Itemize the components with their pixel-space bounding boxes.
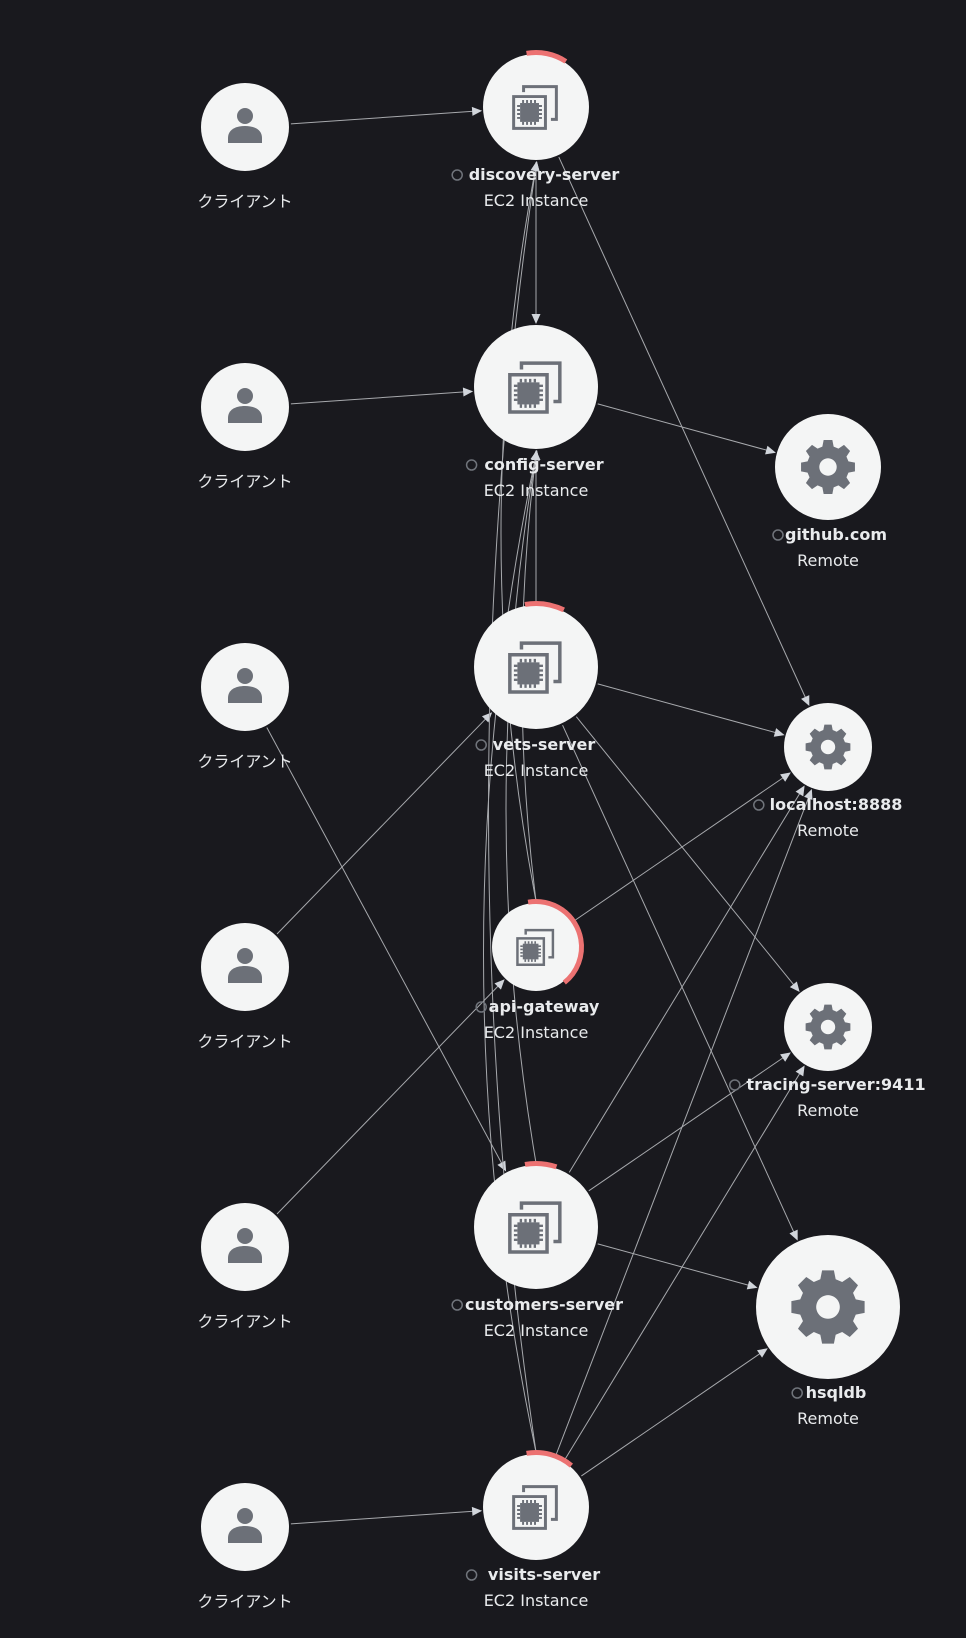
edge-visits-server-to-localhost[interactable] <box>555 789 813 1456</box>
status-indicator-icon <box>451 169 463 181</box>
arrowhead <box>780 1052 791 1062</box>
arrowhead <box>746 1280 758 1290</box>
client-node[interactable]: クライアント <box>197 363 293 491</box>
edge-customers-server-to-tracing[interactable] <box>588 1052 791 1192</box>
arrowhead <box>462 387 474 397</box>
service-name: discovery-server <box>469 165 620 184</box>
edge-vets-server-to-tracing[interactable] <box>575 716 800 993</box>
remote-type: Remote <box>797 1409 859 1428</box>
status-indicator-icon <box>729 1079 741 1091</box>
edge-client-6-to-visits-server[interactable] <box>290 1506 483 1525</box>
status-indicator-icon <box>475 739 487 751</box>
service-name: api-gateway <box>489 997 600 1016</box>
client-node[interactable]: クライアント <box>197 643 293 771</box>
arrowhead <box>780 772 791 782</box>
remote-node-localhost[interactable]: localhost:8888 Remote <box>753 703 903 840</box>
service-map-canvas[interactable]: クライアントクライアントクライアントクライアントクライアントクライアント disc… <box>0 0 966 1638</box>
service-type: EC2 Instance <box>484 191 589 210</box>
edge-customers-server-to-config-server[interactable] <box>505 450 540 1164</box>
remote-type: Remote <box>797 551 859 570</box>
remote-name: tracing-server:9411 <box>746 1075 925 1094</box>
arrowhead <box>789 981 800 993</box>
arrowhead <box>756 1348 768 1358</box>
remote-node-disc <box>756 1235 900 1379</box>
remote-node-disc <box>784 703 872 791</box>
edge-client-4-to-vets-server[interactable] <box>276 712 493 935</box>
client-label: クライアント <box>197 192 292 211</box>
service-name: visits-server <box>488 1565 600 1584</box>
nodes-layer: クライアントクライアントクライアントクライアントクライアントクライアント disc… <box>197 50 926 1611</box>
remote-node-tracing[interactable]: tracing-server:9411 Remote <box>729 983 926 1120</box>
edge-config-server-to-github[interactable] <box>597 403 776 455</box>
service-name: config-server <box>484 455 603 474</box>
service-type: EC2 Instance <box>484 1321 589 1340</box>
status-indicator-icon <box>451 1299 463 1311</box>
edge-vets-server-to-localhost[interactable] <box>597 683 785 737</box>
remote-node-disc <box>775 414 881 520</box>
client-label: クライアント <box>197 472 292 491</box>
client-label: クライアント <box>197 1312 292 1331</box>
client-node[interactable]: クライアント <box>197 83 293 211</box>
status-indicator-icon <box>753 799 765 811</box>
remote-type: Remote <box>797 1101 859 1120</box>
remote-name: localhost:8888 <box>770 795 903 814</box>
service-type: EC2 Instance <box>484 1023 589 1042</box>
edge-client-5-to-api-gateway[interactable] <box>276 979 505 1215</box>
remote-node-github[interactable]: github.com Remote <box>772 414 887 570</box>
edge-discovery-server-to-localhost[interactable] <box>558 156 810 707</box>
service-name: customers-server <box>465 1295 623 1314</box>
arrowhead <box>471 1506 483 1516</box>
edge-client-3-to-customers-server[interactable] <box>266 727 507 1172</box>
status-indicator-icon <box>465 1569 478 1581</box>
remote-node-hsqldb[interactable]: hsqldb Remote <box>756 1235 900 1428</box>
arrowhead <box>471 106 483 116</box>
service-type: EC2 Instance <box>484 761 589 780</box>
remote-name: hsqldb <box>806 1383 867 1402</box>
status-indicator-icon <box>772 529 784 541</box>
service-node-customers-server[interactable]: customers-server EC2 Instance <box>451 1153 623 1340</box>
client-node[interactable]: クライアント <box>197 1483 293 1611</box>
service-node-vets-server[interactable]: vets-server EC2 Instance <box>462 593 609 780</box>
edge-api-gateway-to-discovery-server[interactable] <box>500 161 540 902</box>
client-label: クライアント <box>197 1592 292 1611</box>
arrowhead <box>765 445 776 455</box>
edge-client-1-to-discovery-server[interactable] <box>290 106 483 125</box>
edge-visits-server-to-hsqldb[interactable] <box>581 1348 768 1477</box>
status-indicator-icon <box>465 459 478 471</box>
remote-name: github.com <box>785 525 887 544</box>
client-label: クライアント <box>197 1032 292 1051</box>
arrowhead <box>773 728 785 737</box>
remote-node-disc <box>784 983 872 1071</box>
status-indicator-icon <box>791 1387 803 1399</box>
edge-client-2-to-config-server[interactable] <box>290 387 474 405</box>
service-node-visits-server[interactable]: visits-server EC2 Instance <box>465 1444 601 1610</box>
service-node-config-server[interactable]: config-server EC2 Instance <box>465 325 604 500</box>
remote-type: Remote <box>797 821 859 840</box>
arrowhead <box>497 1160 507 1172</box>
service-type: EC2 Instance <box>484 481 589 500</box>
edge-api-gateway-to-localhost[interactable] <box>573 772 791 922</box>
arrowhead <box>531 314 541 324</box>
client-label: クライアント <box>197 752 292 771</box>
client-node[interactable]: クライアント <box>197 923 293 1051</box>
service-type: EC2 Instance <box>484 1591 589 1610</box>
service-name: vets-server <box>493 735 596 754</box>
client-node[interactable]: クライアント <box>197 1203 293 1331</box>
